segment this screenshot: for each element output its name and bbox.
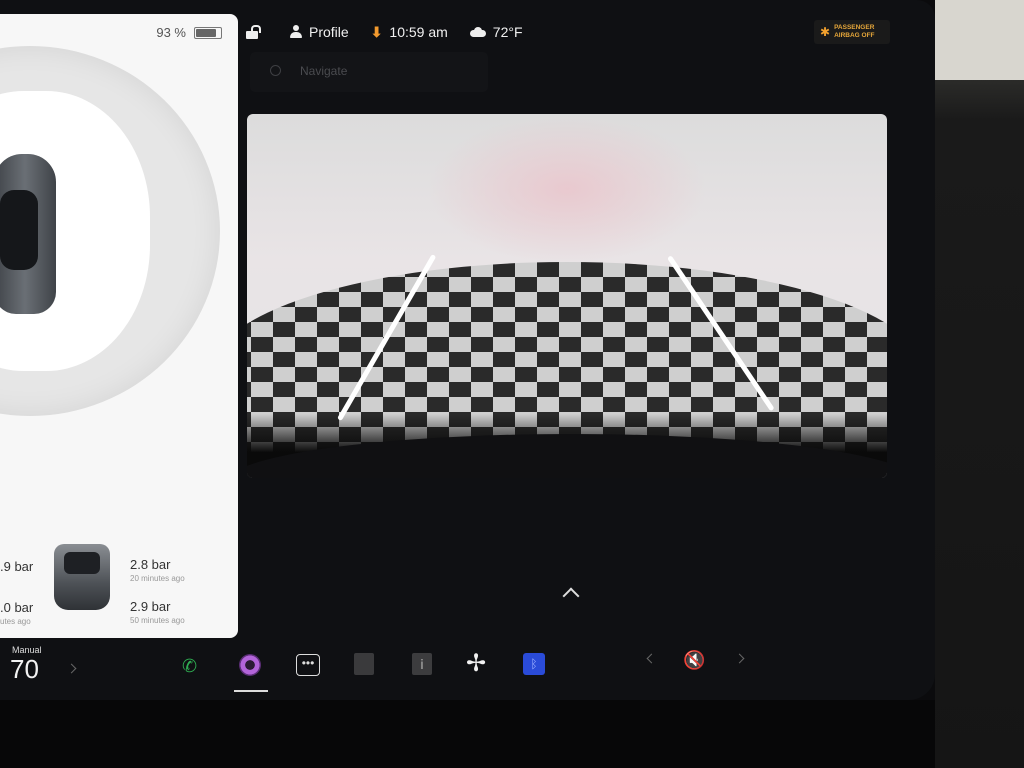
navigate-placeholder: Navigate [300, 64, 348, 78]
airbag-icon: ✱ [820, 25, 831, 39]
mute-icon[interactable]: 🔇 [683, 650, 705, 671]
active-app-indicator [234, 690, 268, 692]
tire-front-left-value: .9 bar [0, 559, 34, 574]
cloud-icon [469, 27, 486, 37]
phone-icon[interactable]: ✆ [182, 656, 197, 677]
profile-button[interactable]: Profile [290, 24, 349, 40]
person-icon [290, 25, 302, 39]
car-roof-glass [0, 190, 38, 270]
volume-down-chevron-icon[interactable] [646, 653, 657, 664]
background-wall [935, 0, 1024, 768]
lock-button[interactable] [238, 25, 258, 39]
download-icon[interactable]: ⬇ [371, 24, 383, 41]
chevron-up-icon[interactable] [562, 587, 580, 605]
fan-icon[interactable]: ✢ [466, 652, 486, 676]
profile-label: Profile [309, 24, 349, 40]
car-top-view-icon[interactable] [0, 154, 56, 314]
bezel-bottom [0, 700, 935, 768]
camera-light-glow [427, 114, 707, 264]
time-label: 10:59 am [389, 24, 448, 40]
battery-icon [194, 26, 222, 39]
temperature-label: 72°F [492, 24, 523, 40]
status-bar: Profile ⬇ 10:59 am 72°F [238, 14, 898, 50]
airbag-line2: AIRBAG OFF [834, 32, 875, 39]
rear-camera-view[interactable] [247, 114, 887, 478]
clock: ⬇ 10:59 am [371, 24, 448, 41]
unlock-icon [246, 25, 258, 39]
passenger-airbag-status: ✱ PASSENGER AIRBAG OFF [814, 20, 890, 44]
tire-rear-right-value: 2.9 bar [130, 599, 171, 614]
tire-rear-left-ago: utes ago [0, 617, 31, 626]
battery-indicator: 93 % [156, 25, 222, 40]
tire-front-right-ago: 20 minutes ago [130, 574, 185, 583]
bluetooth-icon[interactable]: ᛒ [523, 653, 545, 675]
mini-car-glass [64, 552, 100, 574]
tire-rear-left-value: .0 bar [0, 600, 34, 615]
info-icon[interactable]: i [412, 653, 432, 675]
tire-pressure-panel[interactable]: .9 bar 2.8 bar 20 minutes ago .0 bar ute… [0, 534, 238, 638]
background-wall-light [935, 0, 1024, 80]
touchscreen: 93 % .9 bar 2.8 bar 20 minutes ago .0 ba… [0, 0, 935, 700]
search-icon [270, 65, 281, 76]
grid-icon[interactable] [354, 653, 374, 675]
airbag-line1: PASSENGER [834, 24, 875, 31]
tire-rear-right-ago: 50 minutes ago [130, 616, 185, 625]
camera-icon[interactable] [239, 654, 261, 676]
airbag-text: PASSENGER AIRBAG OFF [834, 24, 874, 40]
volume-up-chevron-icon[interactable] [734, 653, 745, 664]
battery-fill [196, 28, 217, 37]
more-icon[interactable]: ••• [296, 654, 320, 676]
chevron-right-icon[interactable] [66, 663, 77, 674]
mini-car-icon [54, 544, 110, 610]
battery-percent: 93 % [156, 25, 186, 40]
temperature-setpoint[interactable]: 70 [10, 654, 39, 685]
car-status-panel[interactable]: 93 % .9 bar 2.8 bar 20 minutes ago .0 ba… [0, 14, 238, 638]
weather: 72°F [469, 24, 523, 40]
tire-front-right-value: 2.8 bar [130, 557, 171, 572]
navigate-search-box[interactable] [250, 52, 488, 92]
bottom-dock: Manual 70 ✆ ••• i ✢ ᛒ 🔇 [0, 640, 900, 698]
